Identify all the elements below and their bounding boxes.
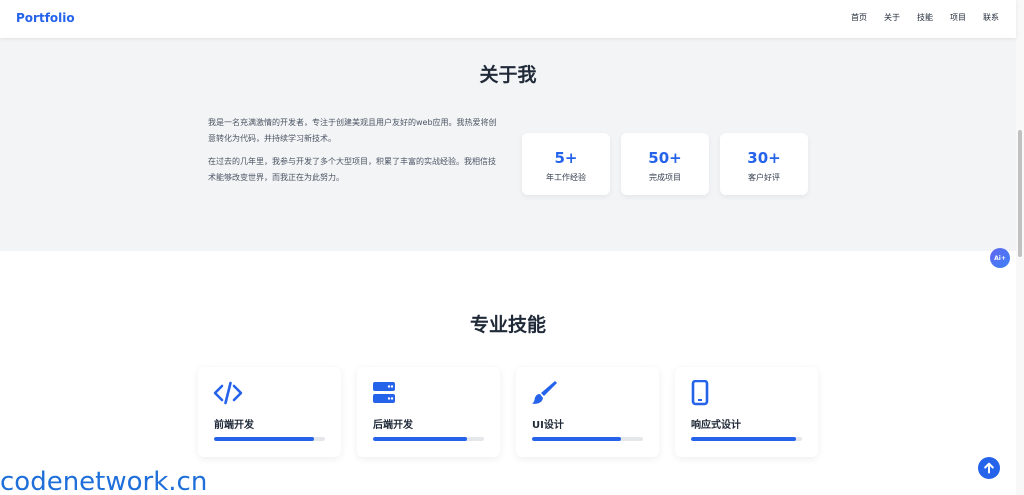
- skill-progress-bar: [532, 437, 643, 441]
- navbar: Portfolio 首页 关于 技能 项目 联系: [0, 0, 1016, 38]
- skill-name: 响应式设计: [691, 420, 741, 431]
- skill-progress-bar: [691, 437, 802, 441]
- stat-label: 完成项目: [649, 173, 681, 182]
- page-scrollbar[interactable]: [1016, 0, 1024, 495]
- ai-assistant-button[interactable]: Ai+: [990, 248, 1010, 268]
- about-text: 我是一名充满激情的开发者，专注于创建美观且用户友好的web应用。我热爱将创意转化…: [208, 115, 498, 186]
- nav-link-contact[interactable]: 联系: [983, 12, 999, 23]
- skill-name: UI设计: [532, 420, 564, 431]
- server-icon: [373, 382, 395, 403]
- scrollbar-thumb[interactable]: [1018, 130, 1022, 257]
- skill-name: 前端开发: [214, 420, 254, 431]
- skill-card-backend: 后端开发: [357, 367, 500, 457]
- skill-card-ui-design: UI设计: [516, 367, 659, 457]
- skill-card-responsive: 响应式设计: [675, 367, 818, 457]
- stat-card-experience: 5+ 年工作经验: [522, 133, 610, 195]
- skill-name: 后端开发: [373, 420, 413, 431]
- stat-label: 客户好评: [748, 173, 780, 182]
- stat-value: 30+: [747, 149, 781, 167]
- about-section: 关于我 我是一名充满激情的开发者，专注于创建美观且用户友好的web应用。我热爱将…: [0, 38, 1016, 251]
- arrow-up-icon: [984, 462, 994, 474]
- scroll-to-top-button[interactable]: [978, 457, 1000, 479]
- skill-progress-fill: [214, 437, 314, 441]
- skill-progress-fill: [373, 437, 468, 441]
- skills-title: 专业技能: [469, 314, 546, 336]
- skill-progress-fill: [532, 437, 621, 441]
- about-paragraph: 我是一名充满激情的开发者，专注于创建美观且用户友好的web应用。我热爱将创意转化…: [208, 118, 497, 143]
- logo[interactable]: Portfolio: [16, 11, 75, 25]
- nav-link-about[interactable]: 关于: [884, 12, 900, 23]
- nav-link-home[interactable]: 首页: [851, 12, 867, 23]
- skill-card-frontend: 前端开发: [198, 367, 341, 457]
- skill-progress-bar: [373, 437, 484, 441]
- nav-link-skills[interactable]: 技能: [917, 12, 933, 23]
- watermark: codenetwork.cn: [0, 467, 208, 495]
- brush-icon: [532, 381, 557, 404]
- about-title: 关于我: [479, 64, 537, 86]
- skill-progress-bar: [214, 437, 325, 441]
- stat-value: 5+: [554, 149, 578, 167]
- nav-links: 首页 关于 技能 项目 联系: [851, 12, 999, 23]
- stat-value: 50+: [648, 149, 682, 167]
- stat-label: 年工作经验: [546, 173, 586, 182]
- nav-link-projects[interactable]: 项目: [950, 12, 966, 23]
- skill-progress-fill: [691, 437, 797, 441]
- stat-card-reviews: 30+ 客户好评: [720, 133, 808, 195]
- code-icon: [213, 381, 243, 405]
- about-paragraph: 在过去的几年里，我参与开发了多个大型项目，积累了丰富的实战经验。我相信技术能够改…: [208, 157, 496, 182]
- mobile-icon: [691, 380, 709, 406]
- stat-card-projects: 50+ 完成项目: [621, 133, 709, 195]
